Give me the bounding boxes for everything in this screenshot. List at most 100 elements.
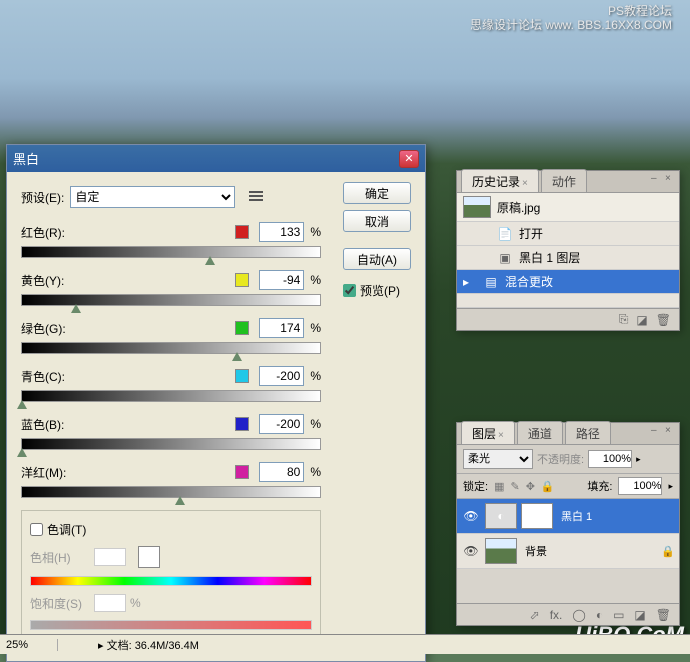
- minimize-icon[interactable]: –: [651, 425, 661, 435]
- tab-paths[interactable]: 路径: [565, 421, 611, 444]
- preset-menu-icon[interactable]: [249, 191, 263, 203]
- adjustment-thumb[interactable]: ◐: [485, 503, 517, 529]
- history-item[interactable]: ▸▤ 混合更改: [457, 270, 679, 294]
- layer-item-bg[interactable]: 👁 背景 🔒: [457, 534, 679, 569]
- slider-value-input[interactable]: [259, 270, 304, 290]
- dialog-titlebar[interactable]: 黑白 ✕: [7, 145, 425, 172]
- dialog-title: 黑白: [13, 149, 39, 168]
- zoom-level[interactable]: 25%: [0, 639, 58, 651]
- sat-value: [94, 594, 126, 612]
- adjust-icon[interactable]: ◐: [596, 608, 603, 622]
- color-slider-row: 黄色(Y): %: [21, 270, 321, 306]
- tab-layers[interactable]: 图层×: [461, 421, 515, 444]
- status-bar: 25% ▸ 文档: 36.4M/36.4M: [0, 634, 690, 654]
- trash-icon[interactable]: 🗑: [656, 608, 671, 622]
- layer-icon: ▣: [497, 250, 513, 266]
- close-icon[interactable]: ×: [665, 425, 675, 435]
- tint-checkbox[interactable]: 色调(T): [30, 521, 312, 538]
- slider-value-input[interactable]: [259, 366, 304, 386]
- history-item[interactable]: ▣ 黑白 1 图层: [457, 246, 679, 270]
- slider-track[interactable]: [21, 390, 321, 402]
- hue-label: 色相(H): [30, 549, 86, 566]
- slider-value-input[interactable]: [259, 414, 304, 434]
- link-icon[interactable]: ⬀: [530, 608, 540, 622]
- opacity-label: 不透明度:: [537, 451, 584, 467]
- percent-label: %: [310, 273, 321, 287]
- sat-label: 饱和度(S): [30, 595, 86, 612]
- percent-label: %: [310, 417, 321, 431]
- slider-thumb[interactable]: [175, 496, 185, 505]
- slider-thumb[interactable]: [232, 352, 242, 361]
- color-slider-row: 绿色(G): %: [21, 318, 321, 354]
- slider-track[interactable]: [21, 486, 321, 498]
- tab-channels[interactable]: 通道: [517, 421, 563, 444]
- color-swatch: [235, 417, 249, 431]
- tab-actions[interactable]: 动作: [541, 169, 587, 192]
- tab-history[interactable]: 历史记录×: [461, 169, 539, 192]
- lock-paint-icon[interactable]: ✎: [510, 480, 519, 493]
- mask-thumb[interactable]: [521, 503, 553, 529]
- mask-icon[interactable]: ◯: [572, 608, 585, 622]
- preset-select[interactable]: 自定: [70, 186, 235, 208]
- slider-label: 绿色(G):: [21, 320, 235, 337]
- history-item[interactable]: 📄 打开: [457, 222, 679, 246]
- slider-thumb[interactable]: [71, 304, 81, 313]
- layer-item-bw[interactable]: 👁 ◐ 黑白 1: [457, 499, 679, 534]
- minimize-icon[interactable]: –: [651, 173, 661, 183]
- eye-icon[interactable]: 👁: [461, 509, 481, 523]
- fx-icon[interactable]: fx.: [550, 608, 563, 622]
- slider-track[interactable]: [21, 438, 321, 450]
- lock-label: 锁定:: [463, 478, 488, 494]
- slider-thumb[interactable]: [17, 400, 27, 409]
- layers-panel: –× 图层× 通道 路径 柔光 不透明度: ▸ 锁定: ▦ ✎ ✥ 🔒 填充: …: [456, 422, 680, 626]
- layer-thumb[interactable]: [485, 538, 517, 564]
- slider-track[interactable]: [21, 294, 321, 306]
- lock-transparent-icon[interactable]: ▦: [494, 480, 504, 493]
- color-slider-row: 红色(R): %: [21, 222, 321, 258]
- close-icon[interactable]: ×: [665, 173, 675, 183]
- slider-label: 蓝色(B):: [21, 416, 235, 433]
- tint-color-box[interactable]: [138, 546, 160, 568]
- auto-button[interactable]: 自动(A): [343, 248, 411, 270]
- fill-input[interactable]: [618, 477, 662, 495]
- slider-track[interactable]: [21, 342, 321, 354]
- new-layer-icon[interactable]: ◪: [634, 608, 645, 622]
- slider-label: 黄色(Y):: [21, 272, 235, 289]
- history-snapshot[interactable]: 原稿.jpg: [457, 193, 679, 222]
- eye-icon[interactable]: 👁: [461, 544, 481, 558]
- chevron-icon[interactable]: ▸: [668, 481, 673, 492]
- tint-section: 色调(T) 色相(H) 饱和度(S) %: [21, 510, 321, 647]
- color-slider-row: 蓝色(B): %: [21, 414, 321, 450]
- slider-value-input[interactable]: [259, 222, 304, 242]
- history-panel: –× 历史记录× 动作 原稿.jpg 📄 打开 ▣ 黑白 1 图层 ▸▤ 混合更…: [456, 170, 680, 331]
- ok-button[interactable]: 确定: [343, 182, 411, 204]
- new-snapshot-icon[interactable]: ◪: [636, 313, 647, 327]
- color-swatch: [235, 465, 249, 479]
- slider-thumb[interactable]: [17, 448, 27, 457]
- lock-move-icon[interactable]: ✥: [526, 480, 535, 493]
- slider-thumb[interactable]: [205, 256, 215, 265]
- new-doc-icon[interactable]: ⎘: [619, 312, 629, 327]
- doc-size[interactable]: ▸ 文档: 36.4M/36.4M: [58, 637, 199, 653]
- lock-all-icon[interactable]: 🔒: [541, 480, 555, 493]
- opacity-input[interactable]: [588, 450, 632, 468]
- slider-label: 洋红(M):: [21, 464, 235, 481]
- open-icon: 📄: [497, 226, 513, 242]
- black-white-dialog: 黑白 ✕ 确定 取消 自动(A) 预览(P) 预设(E): 自定 红色(R): …: [6, 144, 426, 662]
- cancel-button[interactable]: 取消: [343, 210, 411, 232]
- slider-value-input[interactable]: [259, 462, 304, 482]
- chevron-icon[interactable]: ▸: [636, 454, 641, 465]
- blend-mode-select[interactable]: 柔光: [463, 449, 533, 469]
- snapshot-thumb: [463, 196, 491, 218]
- slider-value-input[interactable]: [259, 318, 304, 338]
- trash-icon[interactable]: 🗑: [656, 313, 671, 327]
- folder-icon[interactable]: ▭: [613, 608, 624, 622]
- preview-checkbox[interactable]: 预览(P): [343, 282, 411, 299]
- close-icon[interactable]: ✕: [399, 150, 419, 168]
- preset-label: 预设(E):: [21, 189, 64, 206]
- color-slider-row: 洋红(M): %: [21, 462, 321, 498]
- slider-track[interactable]: [21, 246, 321, 258]
- blend-icon: ▤: [483, 274, 499, 290]
- color-swatch: [235, 321, 249, 335]
- percent-label: %: [310, 225, 321, 239]
